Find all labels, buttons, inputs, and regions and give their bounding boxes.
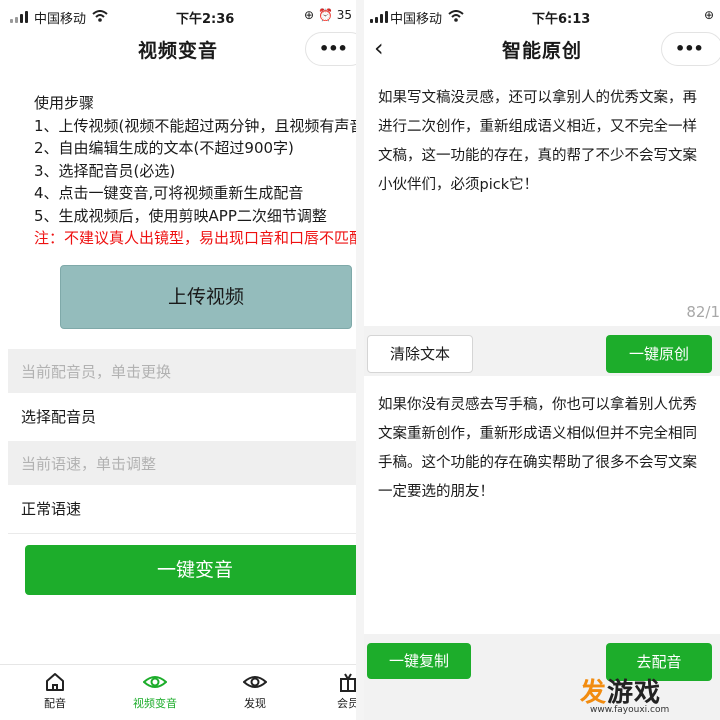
one-click-convert-button[interactable]: 一键变音 bbox=[25, 545, 356, 595]
nav-bar: ‹ 智能原创 ••• bbox=[364, 32, 720, 66]
usage-steps: 使用步骤 1、上传视频(视频不能超过两分钟，且视频有声音 2、自由编辑生成的文本… bbox=[34, 92, 356, 250]
tab-label: 配音 bbox=[44, 697, 66, 710]
voice-actor-placeholder: 当前配音员，单击更换 bbox=[21, 363, 172, 381]
clock: 下午2:36 bbox=[176, 12, 235, 27]
page-title: 视频变音 bbox=[137, 40, 218, 62]
signal-icon bbox=[370, 11, 390, 23]
normal-speed-row[interactable]: 正常语速 bbox=[8, 486, 356, 530]
char-counter: 82/1 bbox=[686, 303, 720, 321]
wifi-icon bbox=[448, 10, 464, 22]
panel-gap bbox=[356, 0, 364, 720]
smart-original-screen: 中国移动 下午6:13 ⊕ ‹ 智能原创 ••• 如果写文稿没灵感，还可以拿别人… bbox=[364, 0, 720, 720]
step-5: 5、生成视频后，使用剪映APP二次细节调整 bbox=[34, 206, 327, 225]
output-text: 如果你没有灵感去写手稿，你也可以拿着别人优秀 文案重新创作，重新形成语义相似但并… bbox=[378, 397, 697, 500]
divider bbox=[8, 533, 356, 534]
watermark-url: www.fayouxi.com bbox=[590, 705, 670, 715]
steps-heading: 使用步骤 bbox=[34, 94, 95, 112]
speech-speed-placeholder: 当前语速，单击调整 bbox=[21, 455, 157, 473]
status-bar: 中国移动 下午2:36 ⊕ ⏰ 35 bbox=[0, 0, 356, 32]
tab-bar: 配音 视频变音 发现 会员 bbox=[0, 664, 356, 720]
tab-discover[interactable]: 发现 bbox=[225, 671, 285, 711]
video-voice-screen: 中国移动 下午2:36 ⊕ ⏰ 35 视频变音 ••• 使用步骤 1、上传视频(… bbox=[0, 0, 356, 720]
voice-actor-field[interactable]: 当前配音员，单击更换 bbox=[8, 349, 356, 393]
carrier-label: 中国移动 bbox=[390, 12, 443, 27]
step-4: 4、点击一键变音,可将视频重新生成配音 bbox=[34, 184, 304, 202]
normal-speed-label: 正常语速 bbox=[21, 500, 82, 518]
more-menu-button[interactable]: ••• bbox=[661, 32, 720, 66]
lock-rotation-icon: ⊕ bbox=[304, 8, 315, 22]
clock: 下午6:13 bbox=[532, 12, 591, 27]
step-2: 2、自由编辑生成的文本(不超过900字) bbox=[34, 139, 294, 157]
eye-icon bbox=[242, 676, 268, 688]
tab-member[interactable]: 会员 bbox=[318, 671, 356, 711]
watermark-brand-fa: 发 bbox=[580, 678, 608, 708]
step-1: 1、上传视频(视频不能超过两分钟，且视频有声音 bbox=[34, 116, 356, 135]
tab-label: 视频变音 bbox=[133, 697, 177, 710]
site-watermark: 发游戏 www.fayouxi.com bbox=[580, 672, 669, 715]
eye-icon bbox=[142, 676, 168, 688]
status-right: ⊕ ⏰ 35 bbox=[304, 8, 352, 22]
step-3: 3、选择配音员(必选) bbox=[34, 161, 176, 180]
nav-bar: 视频变音 ••• bbox=[0, 32, 356, 66]
select-voice-actor-row[interactable]: 选择配音员 bbox=[8, 394, 356, 438]
signal-icon bbox=[10, 11, 30, 23]
copy-button[interactable]: 一键复制 bbox=[367, 643, 471, 679]
clear-text-button[interactable]: 清除文本 bbox=[367, 335, 473, 373]
carrier-label: 中国移动 bbox=[34, 12, 87, 27]
lock-rotation-icon: ⊕ bbox=[703, 8, 714, 22]
battery-percent: 35 bbox=[336, 8, 352, 22]
gift-icon bbox=[340, 673, 356, 692]
one-click-original-button[interactable]: 一键原创 bbox=[606, 335, 712, 373]
status-bar: 中国移动 下午6:13 ⊕ bbox=[364, 0, 720, 32]
more-icon: ••• bbox=[675, 39, 704, 58]
tab-dubbing[interactable]: 配音 bbox=[25, 671, 85, 711]
input-textarea[interactable]: 如果写文稿没灵感，还可以拿别人的优秀文案，再 进行二次创作，重新组成语义相近，又… bbox=[378, 84, 720, 200]
wifi-icon bbox=[92, 10, 108, 22]
upload-video-button[interactable]: 上传视频 bbox=[60, 265, 352, 329]
tab-label: 发现 bbox=[244, 697, 266, 710]
select-voice-actor-label: 选择配音员 bbox=[21, 408, 97, 426]
watermark-brand-rest: 游戏 bbox=[607, 678, 662, 708]
more-icon: ••• bbox=[319, 39, 348, 58]
warning-note: 注：不建议真人出镜型，易出现口音和口唇不匹配 bbox=[34, 229, 356, 247]
home-icon bbox=[46, 673, 64, 691]
alarm-icon: ⏰ bbox=[317, 8, 333, 22]
tab-label: 会员 bbox=[337, 697, 356, 710]
more-menu-button[interactable]: ••• bbox=[305, 32, 356, 66]
tab-video-voice[interactable]: 视频变音 bbox=[125, 671, 185, 711]
speech-speed-field[interactable]: 当前语速，单击调整 bbox=[8, 441, 356, 485]
